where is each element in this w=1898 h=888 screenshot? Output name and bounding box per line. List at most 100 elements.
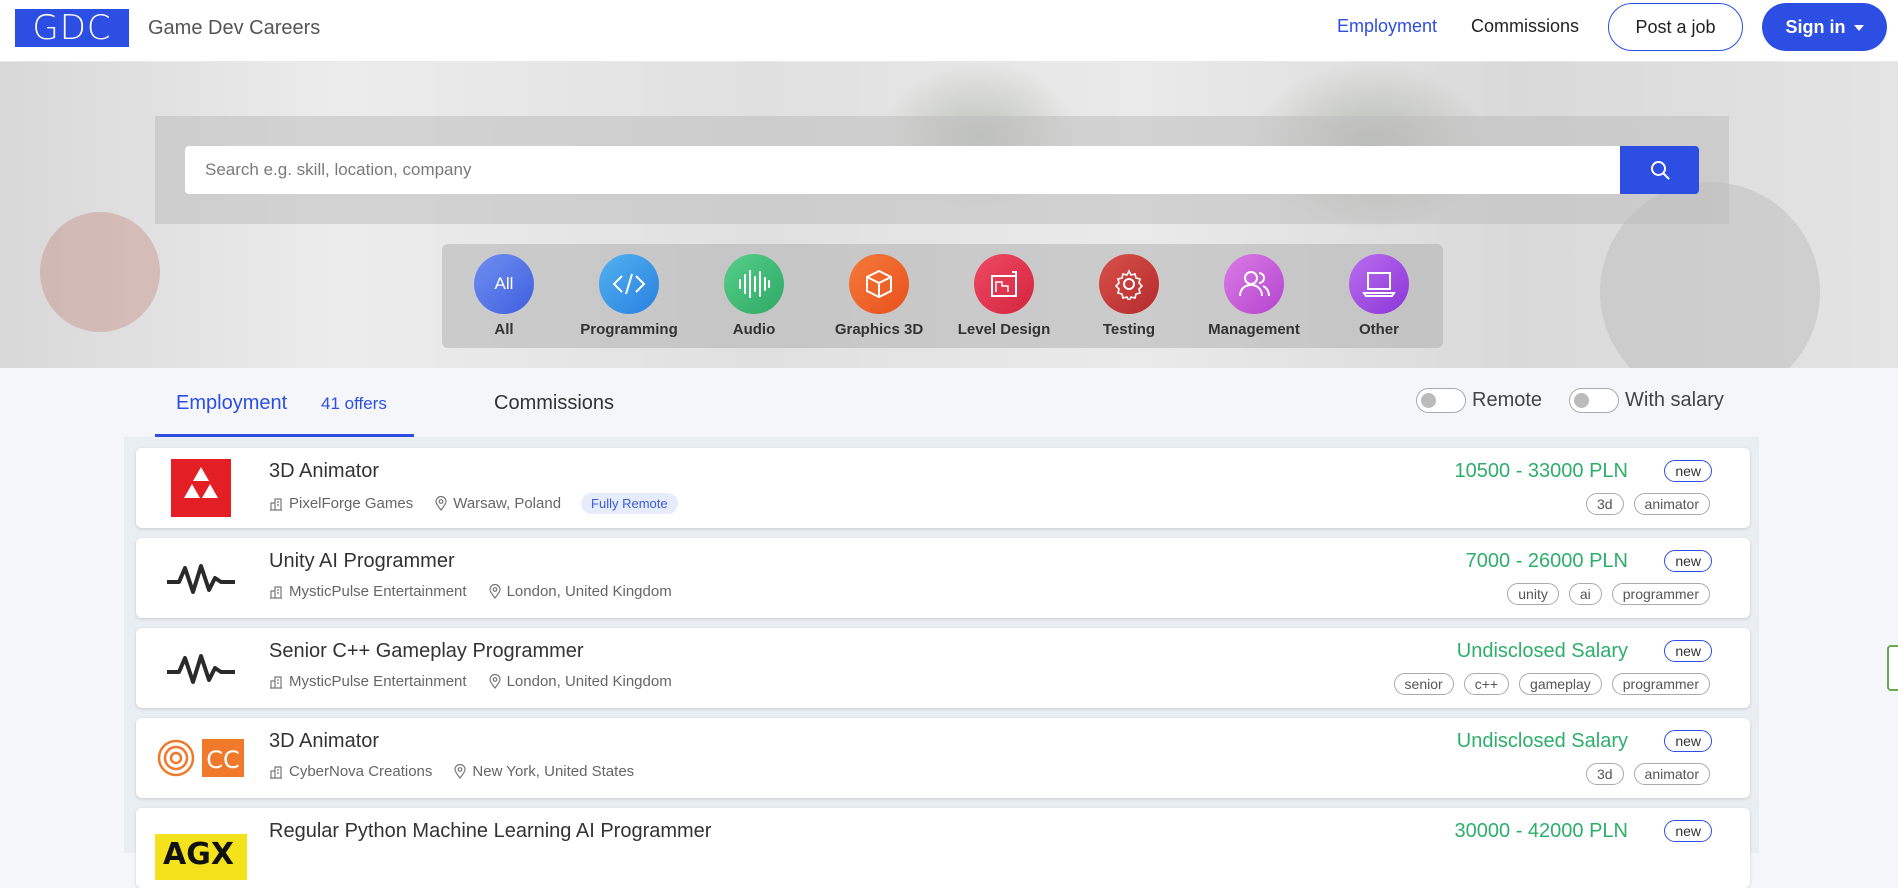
post-job-button[interactable]: Post a job	[1608, 3, 1743, 51]
tag[interactable]: senior	[1393, 673, 1454, 695]
side-feedback-widget[interactable]	[1887, 645, 1898, 691]
nav-commissions-link[interactable]: Commissions	[1471, 16, 1579, 37]
job-title[interactable]: 3D Animator	[269, 460, 379, 483]
job-salary: 30000 - 42000 PLN	[1454, 820, 1628, 842]
tag[interactable]: ai	[1568, 583, 1602, 605]
company-logo	[154, 546, 248, 610]
new-badge: new	[1664, 820, 1712, 842]
svg-text:CC: CC	[206, 746, 240, 774]
sign-in-button[interactable]: Sign in	[1762, 3, 1887, 51]
category-graphics-3d[interactable]: Graphics 3D	[819, 254, 939, 338]
search-icon	[1650, 161, 1669, 180]
job-location: Warsaw, Poland	[453, 495, 562, 512]
job-location: London, United Kingdom	[506, 673, 672, 690]
job-tags: 3d animator	[1585, 763, 1710, 785]
category-label: Programming	[580, 321, 678, 338]
job-location: London, United Kingdom	[506, 583, 672, 600]
pulse-logo-icon	[167, 564, 235, 594]
hero-background-shape	[40, 212, 160, 332]
search-button[interactable]	[1620, 146, 1699, 194]
nav-employment-link[interactable]: Employment	[1337, 16, 1437, 37]
category-other[interactable]: Other	[1319, 254, 1439, 338]
category-label: Graphics 3D	[834, 321, 924, 338]
tag[interactable]: animator	[1633, 763, 1710, 785]
site-logo[interactable]: GDC	[15, 9, 129, 47]
location-pin-icon	[435, 496, 447, 511]
job-card[interactable]: AGX Regular Python Machine Learning AI P…	[136, 808, 1750, 888]
category-bar: All All Programming Audio Graphics 3D Le…	[442, 244, 1443, 348]
company-logo	[154, 456, 248, 520]
brand-name[interactable]: Game Dev Careers	[148, 17, 320, 40]
job-title[interactable]: Unity AI Programmer	[269, 550, 455, 573]
company-name[interactable]: CyberNova Creations	[289, 763, 432, 780]
building-icon	[269, 765, 283, 779]
job-title[interactable]: Senior C++ Gameplay Programmer	[269, 640, 584, 663]
tag[interactable]: programmer	[1611, 673, 1710, 695]
job-title[interactable]: Regular Python Machine Learning AI Progr…	[269, 820, 711, 843]
triforce-logo-icon	[171, 459, 231, 517]
new-badge: new	[1664, 730, 1712, 752]
laptop-icon	[1349, 254, 1409, 314]
category-label: Audio	[732, 321, 776, 338]
tag[interactable]: animator	[1633, 493, 1710, 515]
category-testing[interactable]: Testing	[1069, 254, 1189, 338]
job-card[interactable]: CC 3D Animator CyberNova Creations New Y…	[136, 718, 1750, 798]
location-pin-icon	[488, 674, 501, 689]
company-name[interactable]: MysticPulse Entertainment	[289, 583, 467, 600]
search-input[interactable]	[185, 146, 1621, 194]
job-meta: MysticPulse Entertainment London, United…	[269, 673, 672, 690]
job-tags: senior c++ gameplay programmer	[1393, 673, 1710, 695]
tag[interactable]: c++	[1463, 673, 1510, 695]
job-salary: 10500 - 33000 PLN	[1454, 460, 1628, 482]
caret-down-icon	[1853, 25, 1864, 32]
new-badge: new	[1664, 550, 1712, 572]
tag[interactable]: 3d	[1585, 493, 1624, 515]
fully-remote-badge: Fully Remote	[581, 493, 678, 514]
svg-text:AGX: AGX	[163, 837, 234, 872]
company-logo	[154, 636, 248, 700]
with-salary-toggle[interactable]	[1569, 388, 1619, 413]
navbar: GDC Game Dev Careers Employment Commissi…	[0, 0, 1898, 62]
category-all[interactable]: All All	[444, 254, 564, 338]
tag[interactable]: unity	[1507, 583, 1559, 605]
company-name[interactable]: MysticPulse Entertainment	[289, 673, 467, 690]
cc-logo-icon: CC	[157, 739, 244, 777]
remote-toggle[interactable]	[1416, 388, 1466, 413]
company-logo: CC	[154, 726, 248, 790]
category-audio[interactable]: Audio	[694, 254, 814, 338]
job-card[interactable]: Senior C++ Gameplay Programmer MysticPul…	[136, 628, 1750, 708]
blueprint-icon	[974, 254, 1034, 314]
tag[interactable]: 3d	[1585, 763, 1624, 785]
job-title[interactable]: 3D Animator	[269, 730, 379, 753]
category-programming[interactable]: Programming	[569, 254, 689, 338]
code-icon	[599, 254, 659, 314]
category-management[interactable]: Management	[1194, 254, 1314, 338]
hero-section: All All Programming Audio Graphics 3D	[0, 62, 1898, 368]
search-bar	[155, 116, 1729, 224]
toggle-knob	[1574, 393, 1589, 408]
job-tags: 3d animator	[1585, 493, 1710, 515]
job-meta: PixelForge Games Warsaw, Poland Fully Re…	[269, 493, 678, 514]
tab-employment[interactable]: Employment 41 offers	[155, 385, 414, 437]
job-location: New York, United States	[472, 763, 635, 780]
category-label: Level Design	[957, 321, 1051, 338]
job-card[interactable]: 3D Animator PixelForge Games Warsaw, Pol…	[136, 448, 1750, 528]
tab-commissions[interactable]: Commissions	[494, 392, 614, 415]
company-name[interactable]: PixelForge Games	[289, 495, 413, 512]
new-badge: new	[1664, 640, 1712, 662]
building-icon	[269, 585, 283, 599]
pulse-logo-icon	[167, 654, 235, 684]
job-card[interactable]: Unity AI Programmer MysticPulse Entertai…	[136, 538, 1750, 618]
category-label: Testing	[1102, 321, 1156, 338]
category-label: All	[494, 321, 514, 338]
offers-count: 41 offers	[321, 394, 387, 413]
job-salary: Undisclosed Salary	[1456, 640, 1628, 662]
users-icon	[1224, 254, 1284, 314]
tag[interactable]: programmer	[1611, 583, 1710, 605]
category-level-design[interactable]: Level Design	[944, 254, 1064, 338]
new-badge: new	[1664, 460, 1712, 482]
job-meta: CyberNova Creations New York, United Sta…	[269, 763, 634, 780]
tag[interactable]: gameplay	[1519, 673, 1602, 695]
job-tags: unity ai programmer	[1507, 583, 1710, 605]
gear-icon	[1099, 254, 1159, 314]
